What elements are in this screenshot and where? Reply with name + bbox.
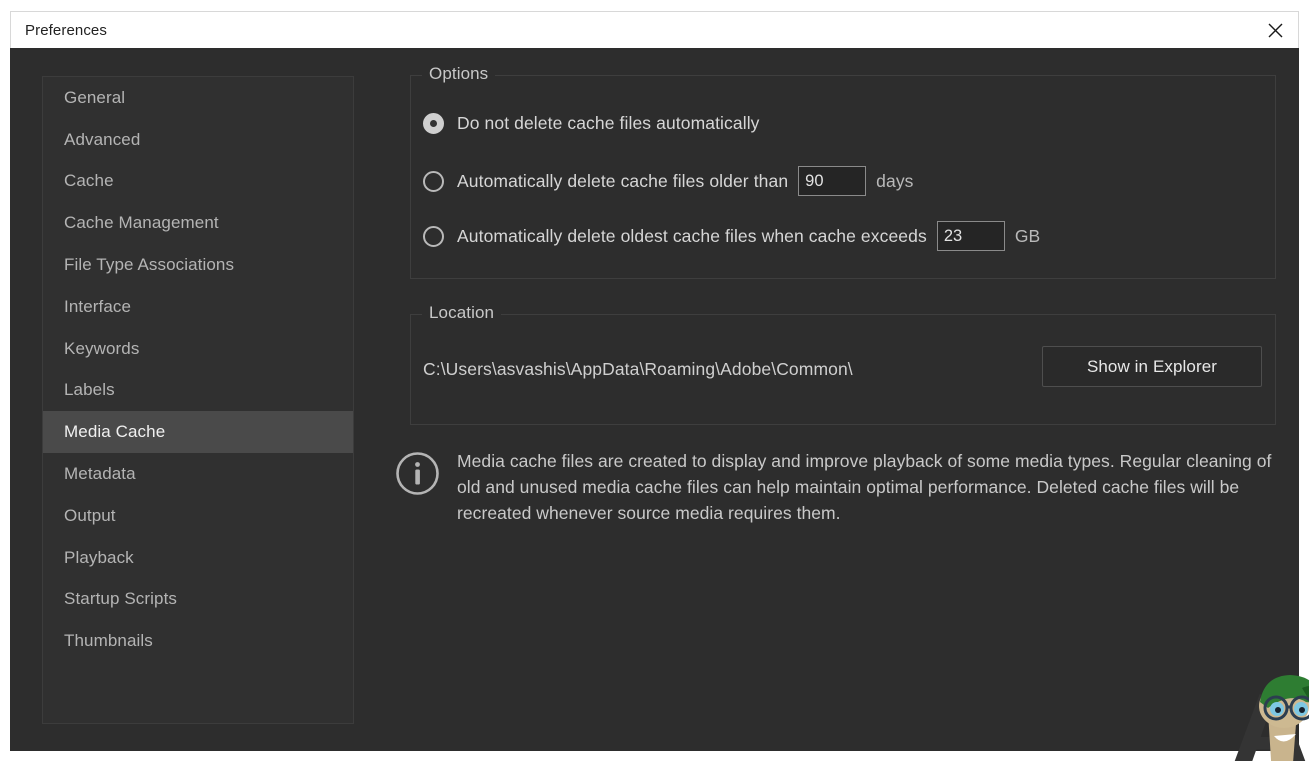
radio-delete-older-than[interactable]: [423, 171, 444, 192]
sidebar-item-output[interactable]: Output: [43, 495, 353, 537]
sidebar-item-general[interactable]: General: [43, 77, 353, 119]
sidebar-item-keywords[interactable]: Keywords: [43, 328, 353, 370]
sidebar-item-label: Media Cache: [64, 422, 165, 442]
option-row-delete-older-than[interactable]: Automatically delete cache files older t…: [423, 166, 914, 196]
sidebar-item-label: Thumbnails: [64, 631, 153, 651]
sidebar-item-label: Output: [64, 506, 116, 526]
info-note-text: Media cache files are created to display…: [457, 448, 1281, 526]
title-bar: Preferences: [10, 11, 1299, 48]
sidebar-item-advanced[interactable]: Advanced: [43, 119, 353, 161]
sidebar: General Advanced Cache Cache Management File…: [42, 76, 354, 724]
dialog-body: General Advanced Cache Cache Management File…: [10, 48, 1299, 751]
sidebar-item-media-cache[interactable]: Media Cache: [43, 411, 353, 453]
sidebar-item-cache-management[interactable]: Cache Management: [43, 202, 353, 244]
cache-size-input[interactable]: [937, 221, 1005, 251]
mascot-icon: [1250, 668, 1309, 761]
sidebar-item-label: Playback: [64, 548, 134, 568]
cache-size-unit-label: GB: [1015, 226, 1041, 247]
sidebar-item-label: Interface: [64, 297, 131, 317]
window-title: Preferences: [11, 22, 107, 39]
sidebar-item-metadata[interactable]: Metadata: [43, 453, 353, 495]
days-unit-label: days: [876, 171, 913, 192]
location-group: Location C:\Users\asvashis\AppData\Roami…: [410, 314, 1276, 425]
info-note: Media cache files are created to display…: [395, 448, 1281, 526]
sidebar-item-label: Cache: [64, 171, 114, 191]
radio-delete-when-exceeds-label: Automatically delete oldest cache files …: [457, 226, 927, 247]
days-input[interactable]: [798, 166, 866, 196]
sidebar-item-file-type-associations[interactable]: File Type Associations: [43, 244, 353, 286]
sidebar-item-label: Advanced: [64, 130, 140, 150]
close-button[interactable]: [1252, 12, 1298, 48]
options-group-legend: Options: [422, 64, 495, 84]
sidebar-item-label: Cache Management: [64, 213, 219, 233]
close-icon: [1268, 23, 1283, 38]
sidebar-item-thumbnails[interactable]: Thumbnails: [43, 620, 353, 662]
location-group-legend: Location: [422, 303, 501, 323]
info-circle-icon: [395, 451, 440, 496]
sidebar-item-labels[interactable]: Labels: [43, 370, 353, 412]
option-row-no-delete[interactable]: Do not delete cache files automatically: [423, 113, 760, 134]
preferences-dialog: Preferences General Advanced Cache Cache Ma…: [0, 0, 1309, 761]
settings-pane: Options Do not delete cache files automa…: [362, 48, 1299, 751]
radio-delete-when-exceeds[interactable]: [423, 226, 444, 247]
sidebar-item-startup-scripts[interactable]: Startup Scripts: [43, 579, 353, 621]
sidebar-item-label: Startup Scripts: [64, 589, 177, 609]
sidebar-item-cache[interactable]: Cache: [43, 161, 353, 203]
show-in-explorer-button[interactable]: Show in Explorer: [1042, 346, 1262, 387]
sidebar-item-label: Keywords: [64, 339, 139, 359]
options-group: Options Do not delete cache files automa…: [410, 75, 1276, 279]
watermark: APPUALS FROM THE EXP: [1228, 668, 1309, 761]
sidebar-item-label: General: [64, 88, 125, 108]
sidebar-item-playback[interactable]: Playback: [43, 537, 353, 579]
radio-delete-older-than-label: Automatically delete cache files older t…: [457, 171, 788, 192]
radio-do-not-delete[interactable]: [423, 113, 444, 134]
sidebar-item-interface[interactable]: Interface: [43, 286, 353, 328]
sidebar-item-label: Metadata: [64, 464, 136, 484]
sidebar-item-label: Labels: [64, 380, 115, 400]
sidebar-item-label: File Type Associations: [64, 255, 234, 275]
watermark-wordmark: APPUALS: [1234, 684, 1309, 761]
cache-location-path: C:\Users\asvashis\AppData\Roaming\Adobe\…: [423, 359, 853, 380]
radio-do-not-delete-label: Do not delete cache files automatically: [457, 113, 760, 134]
option-row-delete-when-exceeds[interactable]: Automatically delete oldest cache files …: [423, 221, 1040, 251]
